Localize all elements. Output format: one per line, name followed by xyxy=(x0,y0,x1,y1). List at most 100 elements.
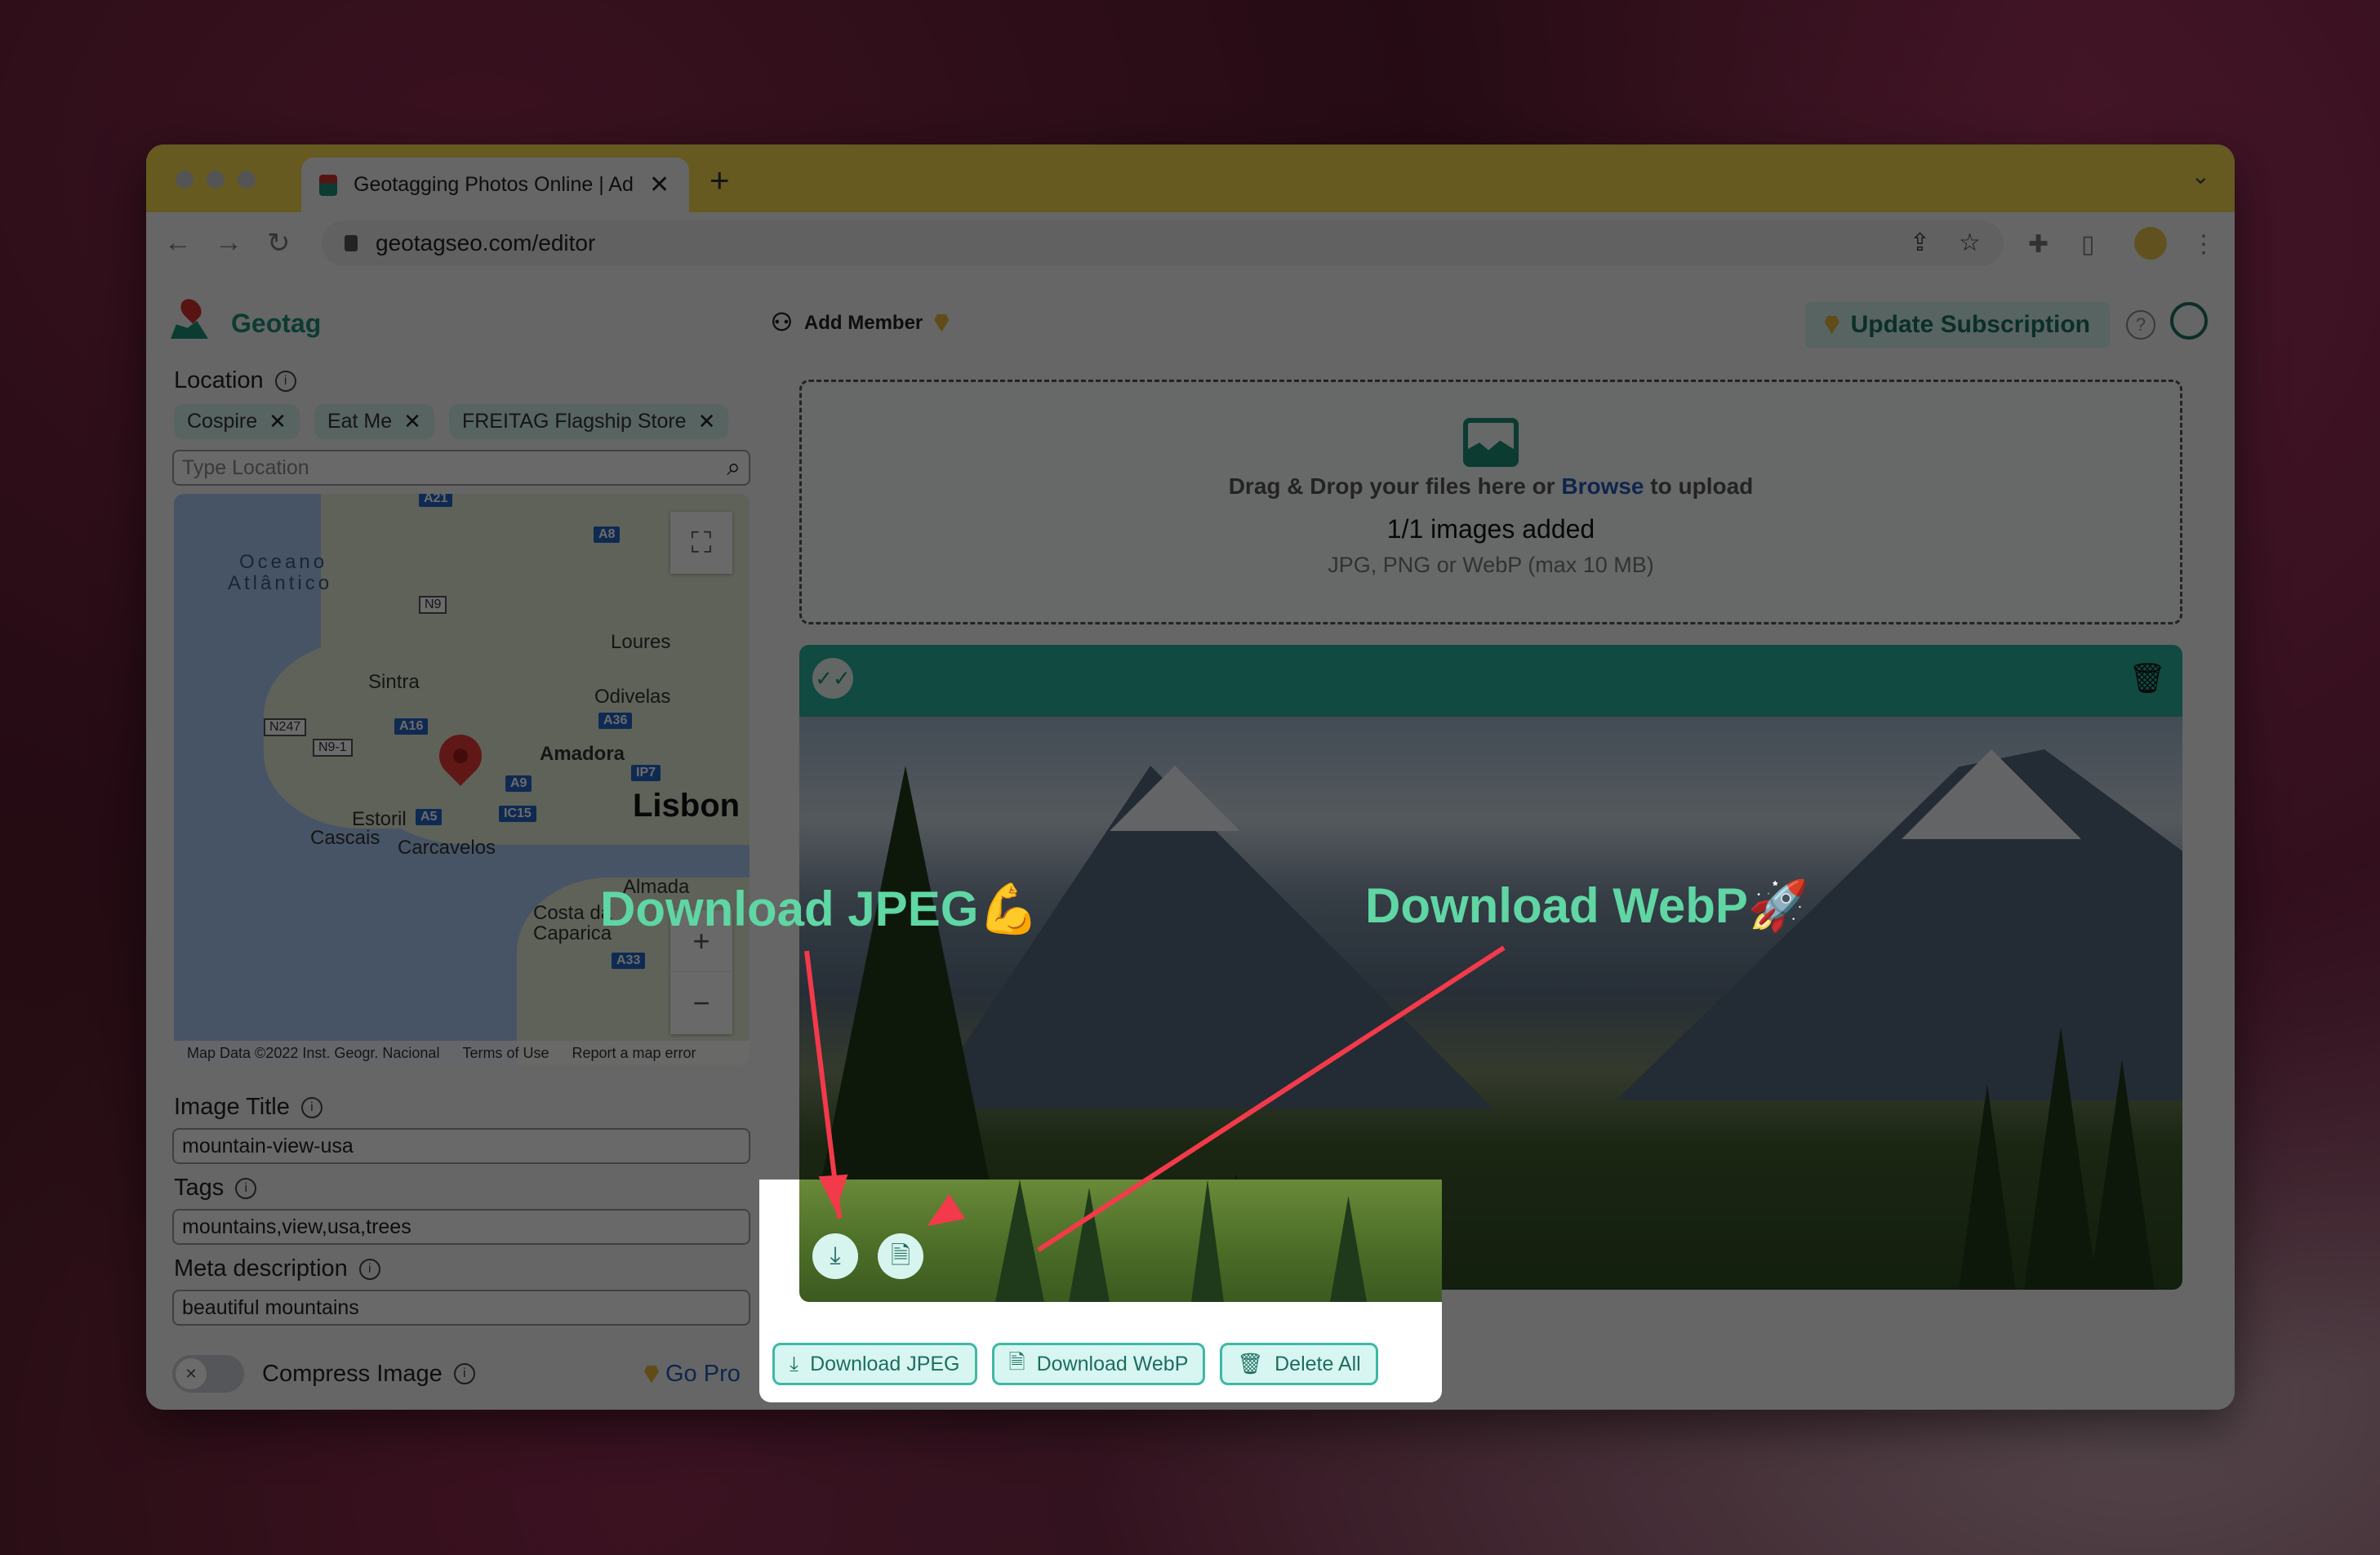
drag-text: Drag & Drop your files here or xyxy=(1228,473,1555,499)
road-badge: A16 xyxy=(394,718,429,735)
remove-chip-icon[interactable]: ✕ xyxy=(403,409,421,434)
tab-search-chevron-icon[interactable]: ⌄ xyxy=(2191,162,2210,189)
info-icon[interactable]: i xyxy=(274,370,296,392)
close-tab-icon[interactable]: ✕ xyxy=(649,171,670,199)
minimize-window-button[interactable] xyxy=(207,171,225,189)
update-subscription-label: Update Subscription xyxy=(1850,311,2090,338)
image-title-label-text: Image Title xyxy=(174,1094,290,1120)
map-label: Lisbon xyxy=(633,788,741,824)
tab-bar: Geotagging Photos Online | Ad ✕ + ⌄ xyxy=(146,144,2235,212)
map[interactable]: Oceano Atlântico Loures Sintra Odivelas … xyxy=(174,494,750,1065)
file-download-icon: 🗎 xyxy=(1008,1350,1025,1374)
url-text: geotagseo.com/editor xyxy=(376,230,596,255)
add-member-button[interactable]: ⚇ Add Member xyxy=(771,309,950,337)
help-icon[interactable]: ? xyxy=(2126,310,2155,340)
close-window-button[interactable] xyxy=(176,171,194,189)
report-map-error-link[interactable]: Report a map error xyxy=(572,1045,696,1062)
map-label: Sintra xyxy=(368,671,420,693)
map-footer: Map Data ©2022 Inst. Geogr. Nacional Ter… xyxy=(174,1041,750,1065)
forward-icon[interactable]: → xyxy=(215,227,242,259)
road-badge: A36 xyxy=(598,713,633,729)
download-icon: ⤓ xyxy=(790,1352,799,1375)
select-image-checkbox[interactable]: ✓✓ xyxy=(812,658,853,699)
road-badge: A5 xyxy=(416,809,443,825)
logo-icon xyxy=(171,295,208,339)
side-panel-icon[interactable]: ▯ xyxy=(2081,230,2095,259)
download-jpeg-button[interactable]: ⤓ Download JPEG xyxy=(772,1343,977,1385)
info-icon[interactable]: i xyxy=(300,1096,323,1118)
compress-image-label: Compress Image xyxy=(262,1360,443,1387)
map-label: Loures xyxy=(611,631,671,653)
reload-icon[interactable]: ↻ xyxy=(267,227,291,260)
terms-link[interactable]: Terms of Use xyxy=(462,1045,549,1062)
new-tab-button[interactable]: + xyxy=(710,161,730,200)
trash-icon: 🗑 xyxy=(1237,1352,1264,1375)
image-title-input[interactable]: mountain-view-usa xyxy=(172,1128,750,1164)
map-label: Carcavelos xyxy=(398,837,496,859)
meta-description-label-text: Meta description xyxy=(174,1255,348,1282)
download-webp-button[interactable]: 🗎 Download WebP xyxy=(991,1343,1206,1385)
info-icon[interactable]: i xyxy=(358,1258,380,1280)
update-subscription-button[interactable]: Update Subscription xyxy=(1804,302,2110,348)
delete-all-button[interactable]: 🗑 Delete All xyxy=(1220,1343,1378,1385)
download-webp-icon-button[interactable]: 🗎 xyxy=(878,1233,923,1279)
location-chips: Cospire ✕ Eat Me ✕ FREITAG Flagship Stor… xyxy=(174,404,729,439)
dropzone-instructions: Drag & Drop your files here or Browse to… xyxy=(802,473,2180,500)
meta-description-input[interactable]: beautiful mountains xyxy=(172,1290,750,1326)
back-icon[interactable]: ← xyxy=(164,227,192,259)
profile-avatar[interactable] xyxy=(2134,227,2167,260)
remove-chip-icon[interactable]: ✕ xyxy=(698,409,716,434)
user-account-icon[interactable] xyxy=(2170,302,2208,340)
road-badge: A21 xyxy=(419,494,453,507)
toolbar: ← → ↻ geotagseo.com/editor ⇪ ☆ ✚ ▯ ⋮ xyxy=(146,212,2235,275)
share-icon[interactable]: ⇪ xyxy=(1910,229,1930,257)
address-bar[interactable]: geotagseo.com/editor ⇪ ☆ xyxy=(322,220,2004,266)
delete-image-icon[interactable]: 🗑 xyxy=(2129,661,2166,695)
to-upload-text: to upload xyxy=(1650,473,1754,499)
location-chip: FREITAG Flagship Store ✕ xyxy=(448,404,729,439)
lock-icon xyxy=(345,235,358,251)
geotag-logo[interactable]: Geotag xyxy=(171,295,321,339)
add-member-label: Add Member xyxy=(803,311,923,334)
more-menu-icon[interactable]: ⋮ xyxy=(2191,230,2216,259)
go-pro-text: Go Pro xyxy=(665,1361,741,1387)
extensions-icon[interactable]: ✚ xyxy=(2028,230,2049,259)
browser-tab[interactable]: Geotagging Photos Online | Ad ✕ xyxy=(301,158,689,212)
map-data-credit: Map Data ©2022 Inst. Geogr. Nacional xyxy=(187,1044,440,1061)
maximize-window-button[interactable] xyxy=(238,171,256,189)
info-icon[interactable]: i xyxy=(453,1363,475,1384)
browse-link[interactable]: Browse xyxy=(1561,473,1644,499)
accepted-formats: JPG, PNG or WebP (max 10 MB) xyxy=(1328,553,1654,577)
annotation-arrowhead xyxy=(818,1174,851,1213)
compress-image-toggle[interactable]: ✕ xyxy=(172,1355,244,1393)
download-jpeg-icon-button[interactable]: ⤓ xyxy=(812,1233,858,1279)
location-placeholder: Type Location xyxy=(182,455,309,479)
bulk-actions: ⤓ Download JPEG 🗎 Download WebP 🗑 Delete… xyxy=(772,1343,1378,1385)
tags-input[interactable]: mountains,view,usa,trees xyxy=(172,1209,750,1245)
add-user-icon: ⚇ xyxy=(771,309,793,336)
zoom-out-button[interactable]: − xyxy=(670,972,732,1034)
road-badge: A9 xyxy=(505,775,532,792)
upload-dropzone[interactable]: Drag & Drop your files here or Browse to… xyxy=(799,380,2182,624)
go-pro-link[interactable]: Go Pro xyxy=(644,1361,741,1388)
gem-icon xyxy=(1824,316,1839,334)
remove-chip-icon[interactable]: ✕ xyxy=(269,409,287,434)
annotation-download-webp: Download WebP🚀 xyxy=(1365,878,1809,933)
road-badge: A33 xyxy=(612,953,646,969)
chip-label: Eat Me xyxy=(327,410,393,433)
road-badge: IC15 xyxy=(499,806,536,822)
search-icon[interactable]: ⌕ xyxy=(727,454,741,482)
fullscreen-icon[interactable]: ⛶ xyxy=(670,512,732,574)
road-badge: N9 xyxy=(419,596,447,614)
map-label: Oceano xyxy=(239,551,328,573)
info-icon[interactable]: i xyxy=(235,1177,257,1199)
gem-icon xyxy=(644,1365,659,1384)
favicon-icon xyxy=(319,174,337,196)
location-chip: Cospire ✕ xyxy=(174,404,300,439)
tab-title: Geotagging Photos Online | Ad xyxy=(354,173,634,196)
star-icon[interactable]: ☆ xyxy=(1959,229,1981,257)
road-badge: N247 xyxy=(264,718,307,736)
location-search-input[interactable]: Type Location ⌕ xyxy=(172,450,750,486)
road-badge: IP7 xyxy=(631,765,661,781)
chip-label: FREITAG Flagship Store xyxy=(461,410,687,433)
